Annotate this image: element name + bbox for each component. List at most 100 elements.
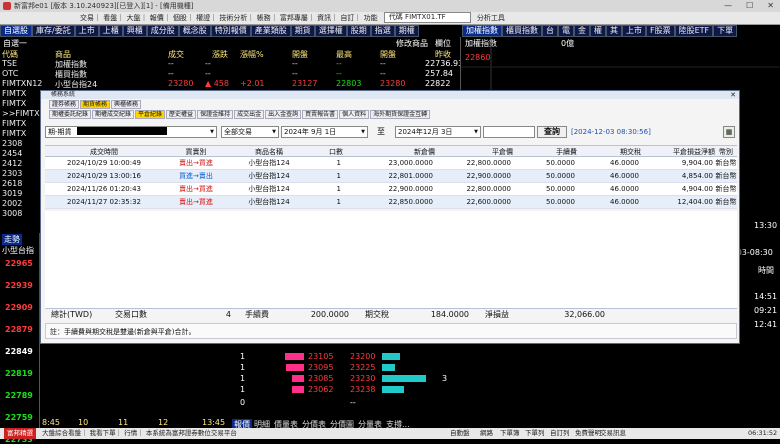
minimize-icon[interactable]: —: [724, 0, 732, 12]
depth-bid-price[interactable]: 23085: [308, 374, 333, 383]
edit-products-button[interactable]: 修改商品: [396, 38, 428, 49]
status-trade-msg[interactable]: 交易訊息: [600, 428, 626, 439]
bottom-tab-6[interactable]: 支撐...: [384, 419, 412, 428]
dialog-tab-1[interactable]: 期貨帳務: [80, 100, 111, 109]
dialog-subtab-6[interactable]: 出入金查詢: [265, 110, 302, 119]
menu-item-tech[interactable]: 技術分析: [219, 14, 247, 22]
account-select[interactable]: 期-期貨 ▼: [45, 126, 217, 138]
tab-right-6[interactable]: 其: [606, 25, 622, 37]
tab-right-1[interactable]: 櫃買指數: [502, 25, 542, 37]
bottom-tab-2[interactable]: 價量表: [272, 419, 300, 428]
tab-left-3[interactable]: 上櫃: [98, 25, 123, 37]
bottom-tab-3[interactable]: 分價表: [300, 419, 328, 428]
dialog-subtab-1[interactable]: 期權成交紀錄: [92, 110, 135, 119]
table-row[interactable]: 2024/11/26 01:20:43 賣出→買進 小型台指124 1 22,900.0…: [45, 183, 737, 196]
status-custom-bar[interactable]: 自訂列: [550, 428, 570, 439]
menu-item-function[interactable]: 功能: [364, 14, 378, 22]
menu-item-trade[interactable]: 交易: [80, 14, 94, 22]
close-icon[interactable]: ✕: [767, 0, 774, 12]
symbol-input[interactable]: 代碼 FIMTX01.TF: [383, 12, 471, 23]
tab-left-6[interactable]: 概念股: [178, 25, 211, 37]
depth-bid-price[interactable]: 23105: [308, 352, 333, 361]
depth-bid-price[interactable]: 23062: [308, 385, 333, 394]
tab-left-10[interactable]: 選擇權: [314, 25, 347, 37]
date-to-picker[interactable]: 2024年12月 3日 ▼: [395, 126, 481, 138]
table-row[interactable]: 2024/10/29 10:00:49 賣出→買進 小型台指124 1 23,000.0…: [45, 157, 737, 170]
dialog-subtab-7[interactable]: 買賣報告書: [302, 110, 339, 119]
dialog-subtab-2[interactable]: 平倉紀錄: [135, 110, 166, 119]
menu-item-account[interactable]: 帳務: [257, 14, 271, 22]
depth-ask-price[interactable]: 23238: [350, 385, 375, 394]
maximize-icon[interactable]: ☐: [746, 0, 753, 12]
status-badge[interactable]: 富邦精選: [4, 428, 36, 439]
dialog-subtab-3[interactable]: 歷史權益: [166, 110, 197, 119]
table-row[interactable]: 2024/10/29 13:00:16 買進→賣出 小型台指124 1 22,801.0…: [45, 170, 737, 183]
tab-left-12[interactable]: 指選: [370, 25, 395, 37]
table-row[interactable]: 2024/11/27 02:35:32 賣出→買進 小型台指124 1 22,850.0…: [45, 196, 737, 209]
bottom-tab-1[interactable]: 明細: [252, 419, 272, 428]
dialog-subtab-4[interactable]: 保證金維持: [197, 110, 234, 119]
depth-ask-price[interactable]: 23225: [350, 363, 375, 372]
status-order-book[interactable]: 下單簿: [500, 428, 520, 439]
tab-right-2[interactable]: 台: [542, 25, 558, 37]
tick-tab[interactable]: 走勢: [2, 234, 22, 245]
watchlist-row[interactable]: OTC 櫃買指數 -- -- -- -- -- 257.84: [0, 69, 460, 79]
status-item-order[interactable]: 我看下單: [90, 429, 116, 437]
tab-left-11[interactable]: 股期: [346, 25, 371, 37]
watchlist-group[interactable]: 自選一: [3, 38, 27, 49]
status-disclaimer[interactable]: 免費聲明: [575, 428, 601, 439]
query-button[interactable]: 查詢: [537, 126, 567, 138]
tab-right-7[interactable]: 上市: [622, 25, 646, 37]
dialog-tab-0[interactable]: 證券帳務: [49, 100, 80, 109]
export-excel-icon[interactable]: ▦: [723, 126, 735, 138]
trade-type-select[interactable]: 全部交易 ▼: [221, 126, 279, 138]
tab-left-9[interactable]: 期貨: [290, 25, 315, 37]
menu-item-watch[interactable]: 看盤: [103, 14, 117, 22]
tab-left-5[interactable]: 成分股: [146, 25, 179, 37]
bottom-tab-5[interactable]: 分量表: [356, 419, 384, 428]
dialog-tab-2[interactable]: 興櫃帳務: [111, 100, 142, 109]
watchlist-row[interactable]: TSE 加權指數 -- -- -- -- -- 22736.93: [0, 59, 463, 69]
tab-right-10[interactable]: 下單: [713, 25, 738, 37]
menu-item-quote[interactable]: 報價: [150, 14, 164, 22]
menu-item-info[interactable]: 資訊: [317, 14, 331, 22]
tab-right-0[interactable]: 加權指數: [462, 25, 502, 37]
menu-item-warrant[interactable]: 權證: [196, 14, 210, 22]
dialog-subtab-0[interactable]: 期權委託紀錄: [49, 110, 92, 119]
tab-left-1[interactable]: 庫存/委託: [32, 25, 75, 37]
menu-item-market[interactable]: 大盤: [126, 14, 140, 22]
tab-right-8[interactable]: F股票: [646, 25, 675, 37]
date-from-picker[interactable]: 2024年 9月 1日 ▼: [281, 126, 368, 138]
status-item-market[interactable]: 大盤綜合看盤: [42, 429, 81, 437]
depth-bid-price[interactable]: 23095: [308, 363, 333, 372]
tab-right-3[interactable]: 電: [558, 25, 574, 37]
menu-item-analysis[interactable]: 分析工具: [477, 14, 505, 22]
tab-left-7[interactable]: 特別報價: [210, 25, 251, 37]
dialog-subtab-9[interactable]: 海外期貨保證金互轉: [370, 110, 431, 119]
status-auto[interactable]: 自動盤: [450, 428, 470, 439]
dialog-close-icon[interactable]: ✕: [730, 91, 736, 99]
tab-left-2[interactable]: 上市: [74, 25, 99, 37]
watchlist-row[interactable]: FIMTXN12 小型台指24 23280 ▲ 458 +2.01 23127 22803 2…: [0, 79, 460, 89]
depth-ask-price[interactable]: 23230: [350, 374, 375, 383]
tab-right-9[interactable]: 陸股ETF: [674, 25, 714, 37]
dialog-subtab-5[interactable]: 成交出金: [234, 110, 265, 119]
status-item-quote[interactable]: 行情: [124, 429, 137, 437]
status-network[interactable]: 網路: [480, 428, 493, 439]
menu-item-custom[interactable]: 自訂: [340, 14, 354, 22]
bottom-tab-0[interactable]: 報價: [232, 419, 252, 428]
dialog-subtab-8[interactable]: 個人資料: [339, 110, 370, 119]
menu-item-fubon[interactable]: 富邦專屬: [280, 14, 308, 22]
depth-ask-price[interactable]: 23200: [350, 352, 375, 361]
tab-left-4[interactable]: 興櫃: [122, 25, 147, 37]
menu-item-stock[interactable]: 個股: [173, 14, 187, 22]
tab-right-5[interactable]: 權: [590, 25, 606, 37]
status-order-bar[interactable]: 下單列: [525, 428, 545, 439]
bottom-tab-4[interactable]: 分價圖: [328, 419, 356, 428]
tab-left-13[interactable]: 期權: [394, 25, 419, 37]
tab-left-0[interactable]: 自選股: [0, 25, 32, 37]
column-settings-button[interactable]: 欄位: [435, 38, 451, 49]
tab-left-8[interactable]: 產業類股: [250, 25, 291, 37]
filter-extra-input[interactable]: [483, 126, 535, 138]
tab-right-4[interactable]: 金: [574, 25, 590, 37]
